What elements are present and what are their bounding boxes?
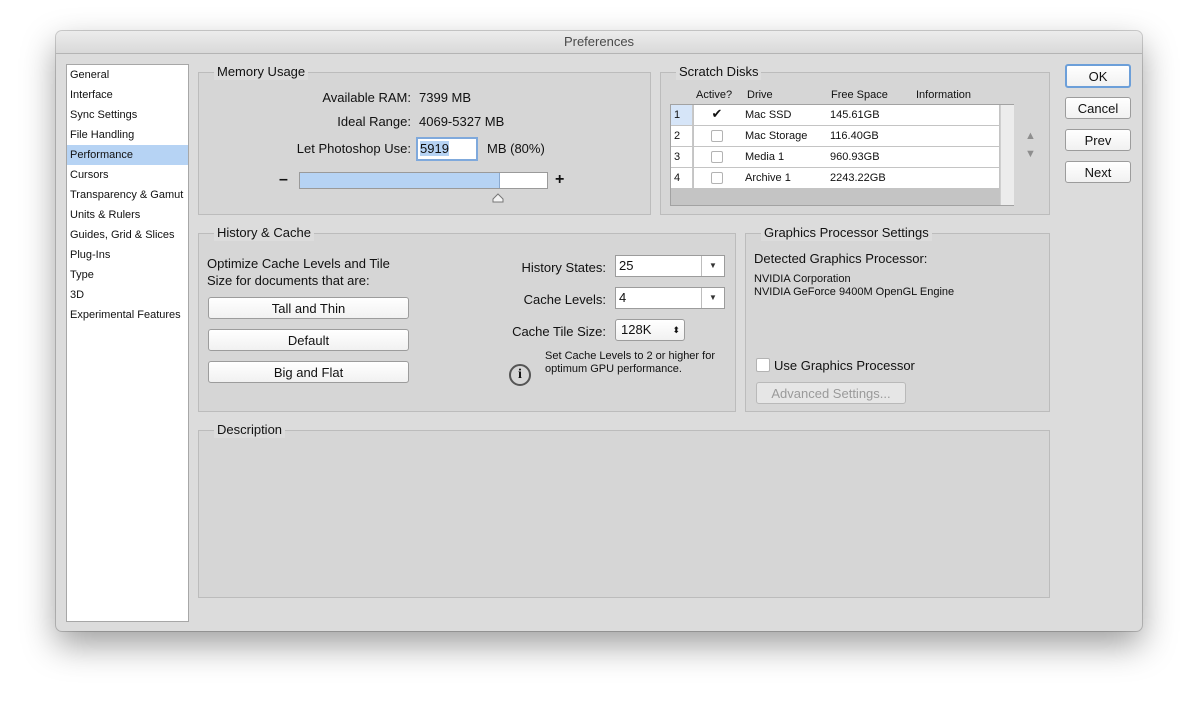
active-checkbox[interactable] — [711, 130, 723, 142]
header-active: Active? — [696, 89, 733, 101]
cache-tile-size-label: Cache Tile Size: — [512, 324, 606, 339]
header-free-space: Free Space — [831, 89, 888, 101]
active-checkbox[interactable]: ✔ — [711, 107, 723, 121]
history-states-value: 25 — [619, 258, 634, 273]
description-group: Description — [198, 422, 1050, 598]
sidebar-item-file-handling[interactable]: File Handling — [67, 125, 188, 145]
advanced-settings-button[interactable]: Advanced Settings... — [756, 382, 906, 404]
memory-unit-label: MB (80%) — [487, 141, 545, 156]
table-row[interactable]: 1 ✔ Mac SSD 145.61GB — [671, 105, 999, 125]
available-ram-label: Available RAM: — [322, 90, 411, 105]
next-button[interactable]: Next — [1065, 161, 1131, 183]
active-checkbox[interactable] — [711, 172, 723, 184]
scratch-disks-group: Scratch Disks Active? Drive Free Space I… — [660, 64, 1050, 215]
description-title: Description — [214, 422, 286, 438]
free-space: 145.61GB — [830, 109, 880, 121]
cache-tile-size-select[interactable]: 128K ⬍ — [615, 319, 685, 341]
sidebar-item-experimental-features[interactable]: Experimental Features — [67, 305, 188, 325]
memory-slider-thumb[interactable] — [492, 190, 504, 203]
history-states-combo[interactable]: 25 ▼ — [615, 255, 725, 277]
prev-button[interactable]: Prev — [1065, 129, 1131, 151]
table-row[interactable]: 4 Archive 1 2243.22GB — [671, 168, 999, 188]
window-title: Preferences — [56, 31, 1142, 54]
row-number: 2 — [671, 126, 693, 146]
sidebar-item-sync-settings[interactable]: Sync Settings — [67, 105, 188, 125]
category-list: General Interface Sync Settings File Han… — [66, 64, 189, 622]
row-number: 4 — [671, 168, 693, 188]
sidebar-item-guides-grid-slices[interactable]: Guides, Grid & Slices — [67, 225, 188, 245]
history-states-label: History States: — [521, 260, 606, 275]
sidebar-item-transparency-gamut[interactable]: Transparency & Gamut — [67, 185, 188, 205]
optimize-text-line2: Size for documents that are: — [207, 273, 370, 288]
info-icon: i — [509, 364, 531, 386]
history-cache-title: History & Cache — [214, 225, 314, 241]
chevron-down-icon[interactable]: ▼ — [701, 288, 724, 308]
free-space: 960.93GB — [830, 151, 880, 163]
available-ram-value: 7399 MB — [419, 90, 472, 105]
sidebar-item-cursors[interactable]: Cursors — [67, 165, 188, 185]
increase-memory-button[interactable]: + — [555, 171, 564, 189]
drive-name: Media 1 — [745, 151, 785, 163]
preferences-window: Preferences General Interface Sync Setti… — [56, 31, 1142, 631]
drive-name: Archive 1 — [745, 172, 791, 184]
memory-amount-field[interactable]: 5919 — [416, 137, 478, 161]
decrease-memory-button[interactable]: – — [279, 171, 288, 189]
sidebar-item-plug-ins[interactable]: Plug-Ins — [67, 245, 188, 265]
graphics-processor-title: Graphics Processor Settings — [761, 225, 932, 241]
scratch-disks-title: Scratch Disks — [676, 64, 762, 80]
cache-tile-size-value: 128K — [621, 322, 652, 337]
drive-name: Mac SSD — [745, 109, 792, 121]
stepper-icon: ⬍ — [672, 325, 680, 335]
tall-and-thin-button[interactable]: Tall and Thin — [208, 297, 409, 319]
sidebar-item-general[interactable]: General — [67, 65, 188, 85]
drive-name: Mac Storage — [745, 130, 808, 142]
move-up-icon[interactable]: ▲ — [1025, 130, 1036, 142]
gpu-vendor: NVIDIA Corporation — [754, 273, 851, 285]
free-space: 116.40GB — [830, 130, 879, 142]
cache-levels-combo[interactable]: 4 ▼ — [615, 287, 725, 309]
history-cache-group: History & Cache Optimize Cache Levels an… — [198, 225, 736, 412]
row-number: 3 — [671, 147, 693, 167]
table-row[interactable]: 3 Media 1 960.93GB — [671, 147, 999, 167]
gpu-tip-line2: optimum GPU performance. — [545, 363, 682, 375]
big-and-flat-button[interactable]: Big and Flat — [208, 361, 409, 383]
use-gpu-label: Use Graphics Processor — [774, 358, 915, 373]
info-glyph: i — [518, 367, 522, 382]
sidebar-item-performance[interactable]: Performance — [67, 145, 188, 165]
memory-usage-group: Memory Usage Available RAM: 7399 MB Idea… — [198, 64, 651, 215]
cache-levels-value: 4 — [619, 290, 627, 305]
sidebar-item-interface[interactable]: Interface — [67, 85, 188, 105]
cancel-button[interactable]: Cancel — [1065, 97, 1131, 119]
table-row[interactable]: 2 Mac Storage 116.40GB — [671, 126, 999, 146]
ok-button[interactable]: OK — [1065, 64, 1131, 88]
scratch-disk-table: 1 ✔ Mac SSD 145.61GB 2 Mac Storage 116.4… — [670, 104, 1014, 206]
use-gpu-checkbox[interactable] — [756, 358, 770, 372]
memory-slider-fill — [300, 173, 501, 188]
row-number: 1 — [671, 105, 693, 125]
memory-amount-value: 5919 — [420, 141, 449, 156]
ideal-range-value: 4069-5327 MB — [419, 114, 505, 129]
table-scrollbar[interactable] — [1000, 105, 1014, 205]
ideal-range-label: Ideal Range: — [337, 114, 411, 129]
sidebar-item-type[interactable]: Type — [67, 265, 188, 285]
memory-slider-track[interactable] — [299, 172, 548, 189]
header-information: Information — [916, 89, 972, 101]
chevron-down-icon[interactable]: ▼ — [701, 256, 724, 276]
move-down-icon[interactable]: ▼ — [1025, 148, 1036, 160]
detected-gpu-label: Detected Graphics Processor: — [754, 251, 928, 266]
cache-levels-label: Cache Levels: — [523, 292, 606, 307]
gpu-engine: NVIDIA GeForce 9400M OpenGL Engine — [754, 286, 955, 298]
gpu-tip-line1: Set Cache Levels to 2 or higher for — [545, 350, 715, 362]
optimize-text-line1: Optimize Cache Levels and Tile — [207, 256, 390, 271]
header-drive: Drive — [747, 89, 773, 101]
memory-usage-title: Memory Usage — [214, 64, 309, 80]
free-space: 2243.22GB — [830, 172, 886, 184]
let-photoshop-use-label: Let Photoshop Use: — [296, 141, 411, 156]
sidebar-item-3d[interactable]: 3D — [67, 285, 188, 305]
sidebar-item-units-rulers[interactable]: Units & Rulers — [67, 205, 188, 225]
active-checkbox[interactable] — [711, 151, 723, 163]
graphics-processor-group: Graphics Processor Settings Detected Gra… — [745, 225, 1050, 412]
default-button[interactable]: Default — [208, 329, 409, 351]
